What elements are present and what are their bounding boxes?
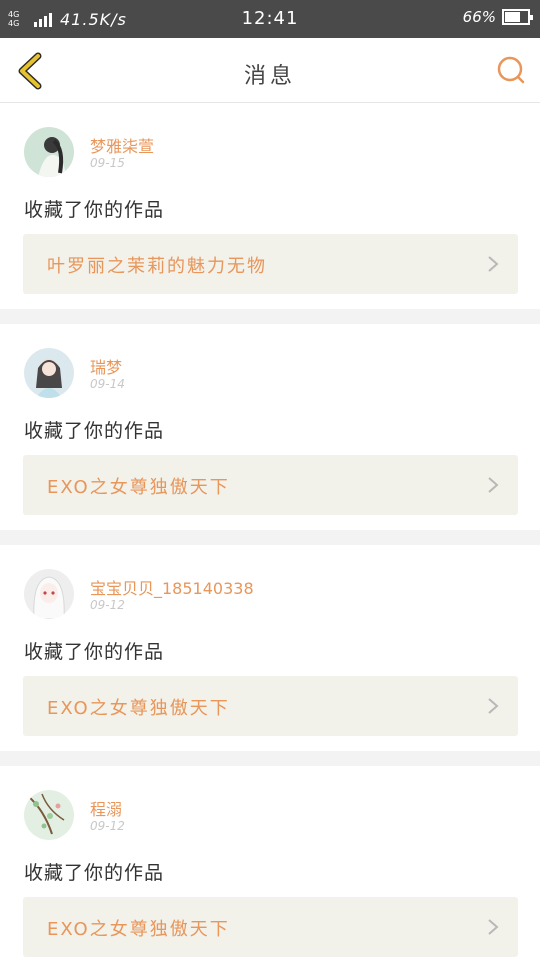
chevron-right-icon xyxy=(488,477,499,493)
message-date: 09-12 xyxy=(90,819,125,833)
status-time: 12:41 xyxy=(241,8,299,29)
action-text: 收藏了你的作品 xyxy=(24,862,165,884)
user-name[interactable]: 梦雅柒萱 xyxy=(90,133,154,157)
work-link[interactable]: EXO之女尊独傲天下 xyxy=(23,676,518,736)
avatar[interactable] xyxy=(24,790,74,840)
search-icon xyxy=(497,56,525,84)
battery-icon xyxy=(502,9,533,25)
chevron-right-icon xyxy=(488,698,499,714)
user-name[interactable]: 宝宝贝贝_185140338 xyxy=(90,575,254,599)
message-card: 程溺 09-12 收藏了你的作品 EXO之女尊独傲天下 xyxy=(0,766,540,960)
battery-fill xyxy=(505,12,520,22)
action-text: 收藏了你的作品 xyxy=(24,199,165,221)
message-card: 宝宝贝贝_185140338 09-12 收藏了你的作品 EXO之女尊独傲天下 xyxy=(0,545,540,751)
work-title: EXO之女尊独傲天下 xyxy=(47,919,230,940)
avatar[interactable] xyxy=(24,127,74,177)
message-list: 梦雅柒萱 09-15 收藏了你的作品 叶罗丽之茉莉的魅力无物 瑞梦 09-14 … xyxy=(0,103,540,960)
chevron-right-icon xyxy=(488,919,499,935)
message-card: 瑞梦 09-14 收藏了你的作品 EXO之女尊独傲天下 xyxy=(0,324,540,530)
work-title: 叶罗丽之茉莉的魅力无物 xyxy=(47,256,267,277)
work-title: EXO之女尊独傲天下 xyxy=(47,477,230,498)
chevron-right-icon xyxy=(488,256,499,272)
message-date: 09-14 xyxy=(90,377,125,391)
message-date: 09-12 xyxy=(90,598,125,612)
user-name[interactable]: 程溺 xyxy=(90,796,122,820)
user-name[interactable]: 瑞梦 xyxy=(90,354,122,378)
work-link[interactable]: EXO之女尊独傲天下 xyxy=(23,455,518,515)
message-card: 梦雅柒萱 09-15 收藏了你的作品 叶罗丽之茉莉的魅力无物 xyxy=(0,103,540,309)
work-link[interactable]: 叶罗丽之茉莉的魅力无物 xyxy=(23,234,518,294)
search-button[interactable] xyxy=(496,55,526,85)
work-link[interactable]: EXO之女尊独傲天下 xyxy=(23,897,518,957)
action-text: 收藏了你的作品 xyxy=(24,420,165,442)
work-title: EXO之女尊独傲天下 xyxy=(47,698,230,719)
app-header: 消息 xyxy=(0,38,540,103)
page-title: 消息 xyxy=(243,64,296,89)
status-bar: 4G 4G 41.5K/s 12:41 66% xyxy=(0,0,540,38)
avatar[interactable] xyxy=(24,569,74,619)
message-date: 09-15 xyxy=(90,156,125,170)
avatar[interactable] xyxy=(24,348,74,398)
action-text: 收藏了你的作品 xyxy=(24,641,165,663)
battery-percent: 66% xyxy=(462,8,496,26)
status-right: 66% xyxy=(462,8,533,26)
